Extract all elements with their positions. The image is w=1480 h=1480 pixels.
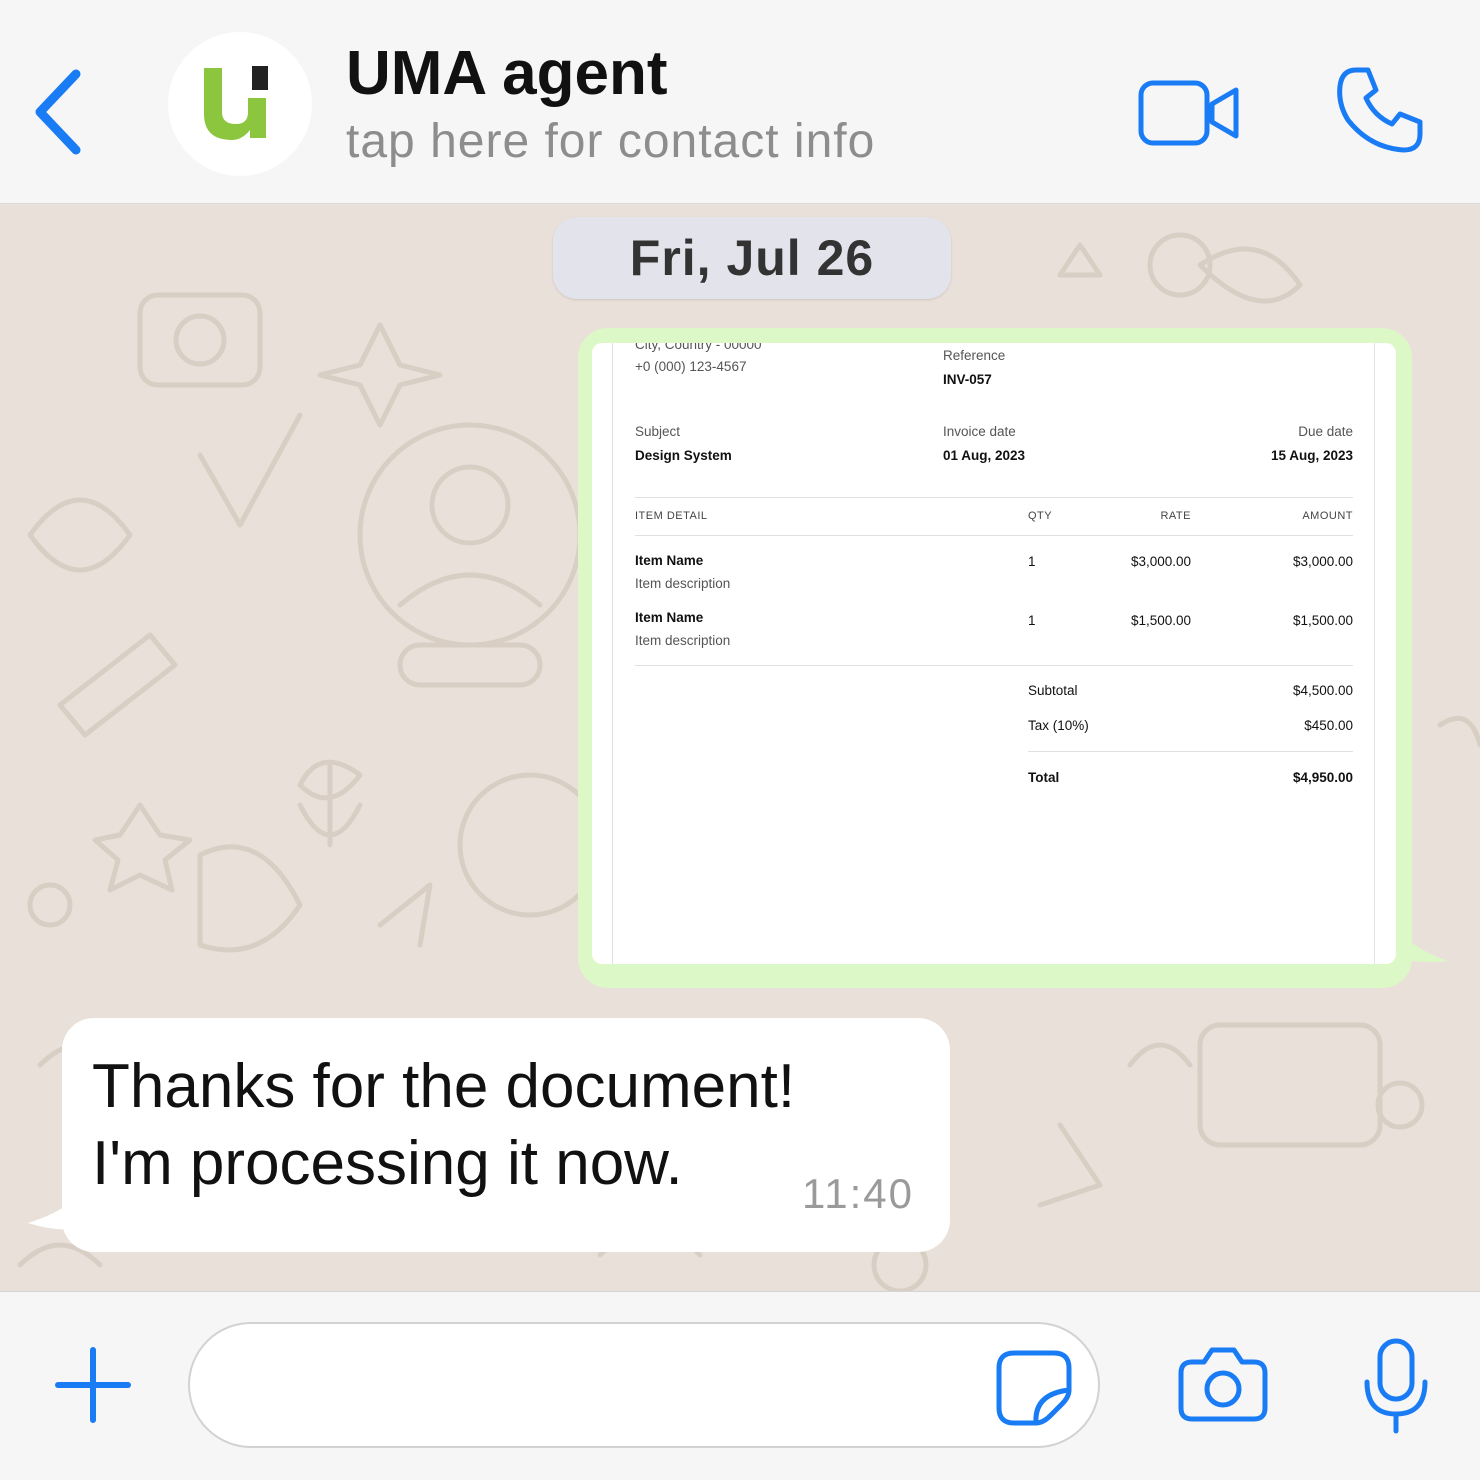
divider [635, 535, 1353, 536]
microphone-icon[interactable] [1362, 1338, 1430, 1439]
item-rate: $1,500.00 [1130, 613, 1191, 628]
item-name: Item Name [635, 610, 704, 625]
message-line: I'm processing it now. [92, 1129, 683, 1198]
item-amount: $1,500.00 [1292, 613, 1353, 628]
invoice-date-label: Invoice date [943, 424, 1016, 439]
chat-header: UMA agent tap here for contact info [0, 0, 1480, 204]
chat-area[interactable]: Fri, Jul 26 City, Country - 00000 +0 (00… [0, 205, 1480, 1291]
from-address: City, Country - 00000 [635, 343, 762, 352]
divider [635, 497, 1353, 498]
invoice-date-value: 01 Aug, 2023 [943, 448, 1026, 463]
subject-value: Design System [635, 448, 732, 463]
tax-value: $450.00 [1304, 718, 1353, 733]
subtotal-value: $4,500.00 [1292, 683, 1353, 698]
page-edge-left [612, 343, 613, 964]
sticker-icon[interactable] [996, 1350, 1072, 1431]
column-header-qty: QTY [1028, 510, 1053, 522]
subject-label: Subject [635, 424, 681, 439]
outgoing-document-message[interactable]: City, Country - 00000 +0 (000) 123-4567 … [578, 328, 1412, 988]
reference-value: INV-057 [943, 372, 992, 387]
due-date-label: Due date [1298, 424, 1353, 439]
contact-info-hint[interactable]: tap here for contact info [346, 114, 875, 169]
contact-avatar[interactable] [168, 32, 312, 176]
uma-logo-icon [204, 66, 268, 140]
item-description: Item description [635, 576, 731, 591]
plus-icon[interactable] [54, 1346, 132, 1429]
invoice-document-preview[interactable]: City, Country - 00000 +0 (000) 123-4567 … [592, 343, 1396, 964]
reference-label: Reference [943, 348, 1006, 363]
column-header-amount: AMOUNT [1302, 510, 1353, 522]
item-amount: $3,000.00 [1292, 554, 1353, 569]
from-phone: +0 (000) 123-4567 [635, 359, 747, 374]
back-chevron-icon[interactable] [30, 62, 100, 162]
item-rate: $3,000.00 [1130, 554, 1191, 569]
column-header-item: ITEM DETAIL [635, 510, 708, 522]
column-header-rate: RATE [1160, 510, 1191, 522]
divider [1028, 751, 1353, 752]
date-separator: Fri, Jul 26 [553, 217, 951, 299]
subtotal-label: Subtotal [1028, 683, 1078, 698]
divider [635, 665, 1353, 666]
item-description: Item description [635, 633, 731, 648]
item-qty: 1 [1028, 554, 1036, 569]
message-composer [0, 1291, 1480, 1480]
message-input[interactable] [188, 1322, 1100, 1448]
tax-label: Tax (10%) [1028, 718, 1089, 733]
page-edge-right [1374, 343, 1375, 964]
video-call-icon[interactable] [1138, 80, 1242, 151]
camera-icon[interactable] [1178, 1346, 1268, 1427]
item-name: Item Name [635, 553, 704, 568]
incoming-text-message[interactable]: Thanks for the document! I'm processing … [62, 1018, 950, 1252]
message-line: Thanks for the document! [92, 1052, 796, 1121]
total-value: $4,950.00 [1292, 770, 1353, 785]
due-date-value: 15 Aug, 2023 [1270, 448, 1353, 463]
total-label: Total [1028, 770, 1060, 785]
message-timestamp: 11:40 [802, 1170, 914, 1217]
item-qty: 1 [1028, 613, 1036, 628]
phone-call-icon[interactable] [1334, 64, 1426, 161]
message-text: Thanks for the document! I'm processing … [92, 1048, 795, 1202]
contact-name[interactable]: UMA agent [346, 38, 667, 109]
